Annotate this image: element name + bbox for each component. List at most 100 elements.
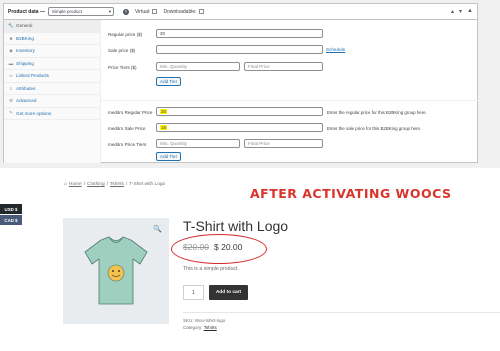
sidebar-item-inventory[interactable]: ◆ Inventory <box>4 45 100 58</box>
wrench-icon: 🔧 <box>8 22 14 28</box>
breadcrumb-tshirts[interactable]: Tshirts <box>110 182 124 187</box>
b2b-icon: ■ <box>9 35 13 41</box>
annotation-title: AFTER ACTIVATING WOOCS <box>250 186 452 201</box>
virtual-checkbox[interactable] <box>152 9 158 14</box>
sidebar-item-b2bking[interactable]: ■ B2BKing <box>4 33 100 45</box>
caret-up-icon[interactable]: ▲ <box>467 8 473 15</box>
product-meta: SKU: Woo-tshirt-logo Category: Tshirts <box>183 318 225 331</box>
chevron-up-icon[interactable]: ▴ <box>451 8 454 15</box>
sidebar-item-get-more-options[interactable]: ✎ Get more options <box>4 108 100 120</box>
plug-icon: ✎ <box>9 110 13 116</box>
sidebar-item-label: General <box>16 23 33 29</box>
b2b-sale-price-label: meditro Sale Price <box>108 125 146 131</box>
divider <box>101 100 478 101</box>
truck-icon: ▬ <box>8 60 14 66</box>
b2b-regular-price-label: meditro Regular Price <box>108 109 153 115</box>
sidebar-item-label: Advanced <box>16 98 37 104</box>
b2b-regular-price-input[interactable]: 20 <box>156 107 323 116</box>
downloadable-checkbox[interactable] <box>198 9 204 14</box>
chevron-down-icon: ▾ <box>108 8 111 14</box>
product-type-select[interactable]: Simple product ▾ <box>47 7 114 16</box>
storefront: ⌂ Home / Clothing / Tshirts / T-Shirt wi… <box>0 168 500 351</box>
b2b-final-price-placeholder: Final Price <box>248 141 270 146</box>
breadcrumb-separator: / <box>125 182 128 187</box>
currency-cad[interactable]: CAD $ <box>0 215 22 225</box>
sale-price-label: Sale price ($) <box>108 47 136 53</box>
sale-price-input[interactable] <box>156 45 323 54</box>
b2b-regular-price-value: 20 <box>160 109 168 114</box>
regular-price-value: 20 <box>160 31 166 36</box>
sidebar-item-label: Shipping <box>16 60 34 66</box>
gear-icon: ⚙ <box>8 97 14 103</box>
breadcrumb-separator: / <box>83 182 86 187</box>
regular-price-row: Regular price ($) 20 <box>101 29 478 39</box>
add-to-cart-button[interactable]: Add to cart <box>209 285 248 300</box>
sidebar-item-label: Linked Products <box>16 73 49 79</box>
link-icon: ∞ <box>9 73 13 79</box>
b2b-add-tier-button[interactable]: Add Tier <box>156 152 182 161</box>
home-icon: ⌂ <box>64 182 67 187</box>
breadcrumb-current: T-Shirt with Logo <box>129 182 166 187</box>
category-label: Category: <box>183 324 203 330</box>
sku-value: Woo-tshirt-logo <box>194 318 226 323</box>
sidebar-item-attributes[interactable]: ≡ Attributes <box>4 83 100 95</box>
b2b-min-quantity-placeholder: Min. Quantity <box>160 141 188 146</box>
b2b-min-quantity-input[interactable]: Min. Quantity <box>156 139 240 148</box>
currency-usd[interactable]: USD $ <box>0 204 22 214</box>
sidebar-item-label: B2BKing <box>16 35 34 41</box>
divider <box>183 312 500 313</box>
downloadable-label: Downloadable: <box>163 8 197 15</box>
product-title: T-Shirt with Logo <box>183 218 289 234</box>
downloadable-checkbox-group: Downloadable: <box>163 8 204 15</box>
min-quantity-input[interactable]: Min. Quantity <box>156 62 240 71</box>
sidebar-item-advanced[interactable]: ⚙ Advanced <box>4 95 100 108</box>
product-gallery[interactable]: 🔍 <box>63 218 169 324</box>
product-data-tabs: 🔧 General ■ B2BKing ◆ Inventory ▬ Shipping ∞ Link… <box>4 20 101 163</box>
breadcrumb-separator: / <box>106 182 108 187</box>
breadcrumb: ⌂ Home / Clothing / Tshirts / T-Shirt wi… <box>64 182 165 187</box>
breadcrumb-clothing[interactable]: Clothing <box>87 182 105 187</box>
tshirt-image <box>84 236 148 305</box>
price-highlight-circle <box>171 234 267 264</box>
inventory-icon: ◆ <box>9 47 13 53</box>
admin-area: Product data — Simple product ▾ ? Virtua… <box>0 0 500 168</box>
schedule-link[interactable]: Schedule <box>326 47 345 52</box>
sidebar-item-label: Attributes <box>16 85 36 91</box>
chevron-down-icon[interactable]: ▾ <box>459 8 462 15</box>
quantity-input[interactable]: 1 <box>183 285 204 300</box>
category-line: Category: Tshirts <box>183 325 225 332</box>
b2b-sale-price-input[interactable]: 15 <box>156 123 323 132</box>
list-icon: ≡ <box>9 85 13 91</box>
help-icon[interactable]: ? <box>122 8 129 15</box>
b2b-final-price-input[interactable]: Final Price <box>244 139 323 148</box>
sidebar-item-label: Get more options <box>16 110 52 116</box>
b2b-sale-price-value: 15 <box>160 125 168 130</box>
sku-label: SKU: <box>183 318 194 323</box>
virtual-checkbox-group: Virtual: <box>134 8 158 15</box>
category-link[interactable]: Tshirts <box>204 325 217 330</box>
add-tier-button[interactable]: Add Tier <box>156 77 182 86</box>
b2b-sale-price-hint: Enter the sale price for this B2BKing gr… <box>327 125 422 131</box>
final-price-placeholder: Final Price <box>248 64 270 69</box>
product-type-value: Simple product <box>51 9 82 14</box>
b2b-regular-price-hint: Enter the regular price for this B2BKing… <box>327 109 427 115</box>
virtual-label: Virtual: <box>134 8 151 15</box>
b2b-sale-price-row: meditro Sale Price 15 Enter the sale pri… <box>101 123 478 133</box>
breadcrumb-home[interactable]: Home <box>69 182 82 187</box>
general-panel: Regular price ($) 20 Sale price ($) Sche… <box>101 20 478 163</box>
b2b-price-tiers-label: meditro Price Tiers <box>108 141 147 147</box>
sidebar-item-linked-products[interactable]: ∞ Linked Products <box>4 70 100 83</box>
product-description: This is a simple product. <box>183 266 239 272</box>
header-controls: ▴ ▾ ▲ <box>451 8 473 15</box>
sidebar-item-label: Inventory <box>16 48 35 54</box>
price-tiers-label: Price Tiers ($) <box>108 64 137 70</box>
b2b-price-tiers-row: meditro Price Tiers Min. Quantity Final … <box>101 139 478 149</box>
regular-price-label: Regular price ($) <box>108 31 143 37</box>
sidebar-item-general[interactable]: 🔧 General <box>4 20 100 33</box>
sidebar-item-shipping[interactable]: ▬ Shipping <box>4 58 100 70</box>
b2b-regular-price-row: meditro Regular Price 20 Enter the regul… <box>101 107 478 117</box>
regular-price-input[interactable]: 20 <box>156 29 323 38</box>
product-data-title: Product data — <box>8 8 45 15</box>
final-price-input[interactable]: Final Price <box>244 62 323 71</box>
min-quantity-placeholder: Min. Quantity <box>160 64 188 69</box>
